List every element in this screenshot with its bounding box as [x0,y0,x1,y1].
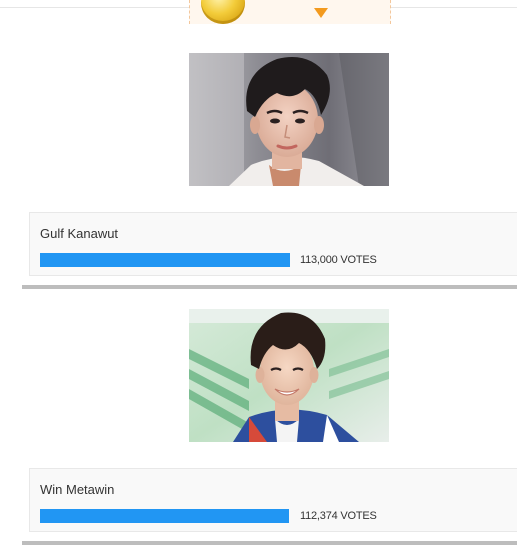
portrait-image-gulf [189,53,389,186]
prize-banner [189,0,391,24]
gold-coin-icon [201,0,245,24]
candidate-separator [22,285,517,289]
vote-count: 112,374 VOTES [300,510,377,522]
vote-page: Gulf Kanawut 113,000 VOTES Win Metawin 1… [0,0,517,547]
candidate-card[interactable]: Win Metawin 112,374 VOTES [29,468,517,532]
vote-progress-fill [40,509,289,523]
candidate-photo[interactable] [189,53,389,186]
candidate-separator [22,541,517,545]
candidate-photo[interactable] [189,309,389,442]
candidate-name: Win Metawin [40,482,115,497]
portrait-image-win [189,309,389,442]
candidate-name: Gulf Kanawut [40,226,119,241]
vote-progress-bar [40,253,290,267]
vote-progress-bar [40,509,290,523]
vote-count: 113,000 VOTES [300,254,377,266]
vote-progress-fill [40,253,290,267]
candidate-card[interactable]: Gulf Kanawut 113,000 VOTES [29,212,517,276]
arrow-down-icon [314,8,328,18]
